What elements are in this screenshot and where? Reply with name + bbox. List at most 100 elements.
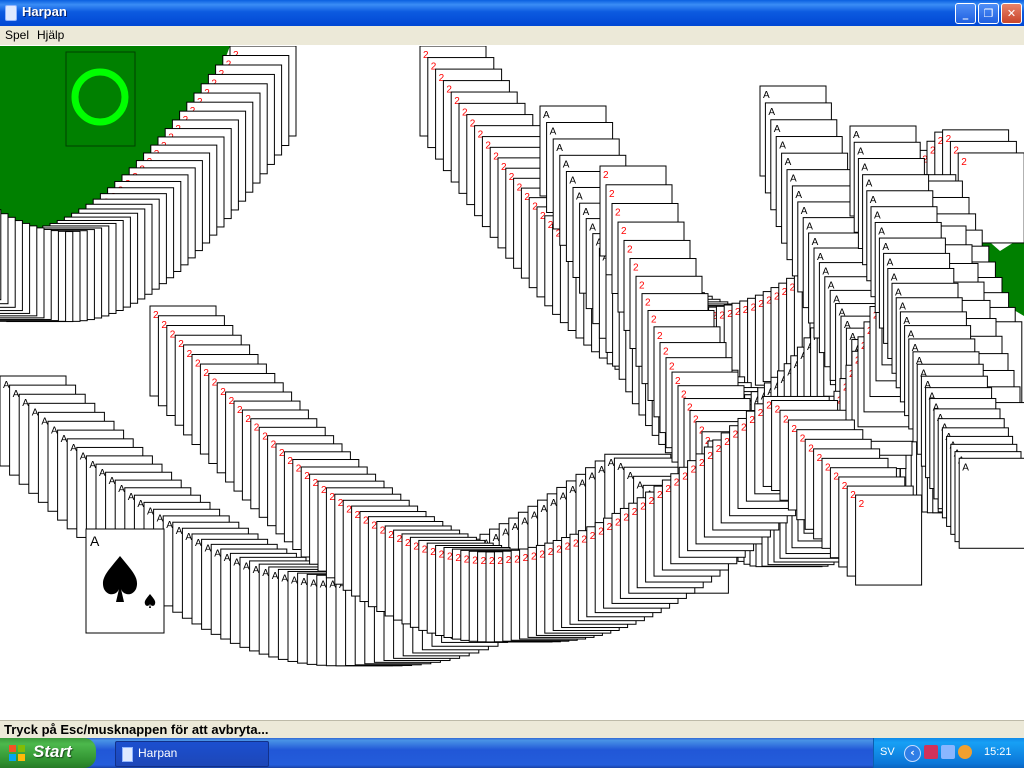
card-trail-rank: A bbox=[541, 504, 548, 515]
card-trail-rank: A bbox=[214, 548, 221, 559]
card-trail-rank: 2 bbox=[961, 157, 967, 168]
card-trail-rank: A bbox=[878, 226, 885, 237]
minimize-button[interactable]: _ bbox=[955, 3, 976, 24]
card-trail-rank: A bbox=[51, 425, 58, 436]
taskbar-item-harpan[interactable]: Harpan bbox=[115, 741, 269, 767]
card-trail-rank: 2 bbox=[651, 314, 657, 325]
card-trail-rank: A bbox=[866, 179, 873, 190]
card-trail-rank: A bbox=[608, 458, 615, 469]
card-trail-rank: 2 bbox=[663, 347, 669, 358]
card-trail-rank: A bbox=[243, 561, 250, 572]
card-trail-rank: A bbox=[887, 257, 894, 268]
card-trail-rank: A bbox=[763, 90, 770, 101]
card-trail-rank: A bbox=[882, 242, 889, 253]
app-icon bbox=[5, 5, 17, 21]
start-button[interactable]: Start bbox=[0, 738, 96, 768]
card-trail-rank: A bbox=[233, 557, 240, 568]
maximize-button[interactable]: ❐ bbox=[978, 3, 999, 24]
card-trail-rank: A bbox=[785, 157, 792, 168]
card-trail-rank: A bbox=[512, 522, 519, 533]
harpan-icon bbox=[122, 747, 133, 762]
card-trail-rank: A bbox=[118, 484, 125, 495]
card-trail-rank: 2 bbox=[603, 170, 609, 181]
card-trail-rank: A bbox=[176, 526, 183, 537]
security-icon[interactable] bbox=[958, 745, 972, 759]
card-trail-rank: A bbox=[128, 492, 135, 503]
card-trail-rank: A bbox=[579, 478, 586, 489]
card-trail-rank: A bbox=[137, 499, 144, 510]
card-trail-card bbox=[855, 494, 923, 586]
card-trail-rank: A bbox=[301, 577, 308, 588]
menu-item-spel[interactable]: Spel bbox=[5, 28, 29, 42]
card-trail-rank: A bbox=[41, 416, 48, 427]
card-trail-rank: A bbox=[550, 127, 557, 138]
card-trail-rank: A bbox=[13, 389, 20, 400]
card-trail-rank: A bbox=[795, 190, 802, 201]
card-trail-rank: A bbox=[563, 159, 570, 170]
card-trail-rank: A bbox=[99, 468, 106, 479]
card-trail-rank: A bbox=[262, 568, 269, 579]
tray-app-icon[interactable] bbox=[924, 745, 938, 759]
window-title: Harpan bbox=[22, 4, 67, 19]
card-trail-rank: 2 bbox=[615, 207, 621, 218]
card-trail-rank: A bbox=[166, 520, 173, 531]
card-trail-card bbox=[958, 457, 1024, 549]
card-trail-rank: A bbox=[806, 222, 813, 233]
card-trail-rank: A bbox=[70, 443, 77, 454]
card-trail-rank: A bbox=[962, 462, 969, 473]
card-trail-rank: A bbox=[224, 553, 231, 564]
card-trail-rank: A bbox=[493, 533, 500, 544]
card-trail-rank: A bbox=[61, 434, 68, 445]
game-board[interactable]: 2222222222222222222222222222222222222222… bbox=[0, 46, 1024, 720]
menu-bar: Spel Hjälp bbox=[0, 26, 1024, 45]
card-trail-rank: A bbox=[556, 143, 563, 154]
card-trail-rank: A bbox=[291, 575, 298, 586]
status-bar: Tryck på Esc/musknappen för att avbryta.… bbox=[0, 720, 1024, 739]
card-trail-rank: A bbox=[627, 471, 634, 482]
card-trail-rank: A bbox=[779, 141, 786, 152]
card-trail-rank: A bbox=[891, 272, 898, 283]
close-button[interactable]: ✕ bbox=[1001, 3, 1022, 24]
card-trail-rank: A bbox=[560, 491, 567, 502]
window-title-bar[interactable]: Harpan _ ❐ ✕ bbox=[0, 0, 1024, 26]
windows-logo-icon bbox=[9, 745, 25, 761]
card-trail-rank: A bbox=[569, 175, 576, 186]
card-trail-rank: 2 bbox=[621, 226, 627, 237]
card-trail-rank: A bbox=[589, 223, 596, 234]
system-tray: SV ‹ 15:21 bbox=[873, 738, 1024, 768]
card-trail-rank: A bbox=[576, 191, 583, 202]
card-trail-rank: A bbox=[598, 465, 605, 476]
language-indicator[interactable]: SV bbox=[880, 746, 895, 758]
card-trail-rank: A bbox=[870, 195, 877, 206]
card-trail-rank: A bbox=[637, 480, 644, 491]
card-trail-rank: A bbox=[272, 571, 279, 582]
card-trail-rank: A bbox=[195, 538, 202, 549]
card-trail-rank: A bbox=[768, 107, 775, 118]
card-trail-rank: A bbox=[502, 528, 509, 539]
featured-card-rank: A bbox=[90, 533, 100, 549]
card-trail-card bbox=[0, 209, 2, 301]
card-trail-rank: A bbox=[109, 476, 116, 487]
card-trail-rank: A bbox=[543, 110, 550, 121]
status-text: Tryck på Esc/musknappen för att avbryta.… bbox=[4, 722, 269, 737]
card-trail-rank: 2 bbox=[639, 280, 645, 291]
menu-item-hjalp[interactable]: Hjälp bbox=[37, 28, 64, 42]
card-trail-rank: 2 bbox=[657, 331, 663, 342]
card-trail-rank: A bbox=[861, 163, 868, 174]
network-icon[interactable] bbox=[941, 745, 955, 759]
card-trail-rank: 2 bbox=[669, 362, 675, 373]
card-trail-rank: A bbox=[147, 506, 154, 517]
card-trail-rank: A bbox=[569, 485, 576, 496]
card-trail-rank: A bbox=[617, 462, 624, 473]
card-trail-rank: A bbox=[822, 267, 829, 278]
card-trail-rank: A bbox=[589, 472, 596, 483]
card-trail-rank: A bbox=[3, 380, 10, 391]
show-hidden-icons-icon[interactable]: ‹ bbox=[904, 745, 921, 762]
card-trail-rank: A bbox=[857, 146, 864, 157]
taskbar-item-label: Harpan bbox=[138, 746, 178, 760]
card-trail-rank: A bbox=[583, 207, 590, 218]
card-trail-rank: A bbox=[205, 543, 212, 554]
featured-card: A bbox=[85, 528, 165, 634]
card-trail-rank: A bbox=[157, 513, 164, 524]
taskbar: Start Harpan SV ‹ 15:21 bbox=[0, 738, 1024, 768]
